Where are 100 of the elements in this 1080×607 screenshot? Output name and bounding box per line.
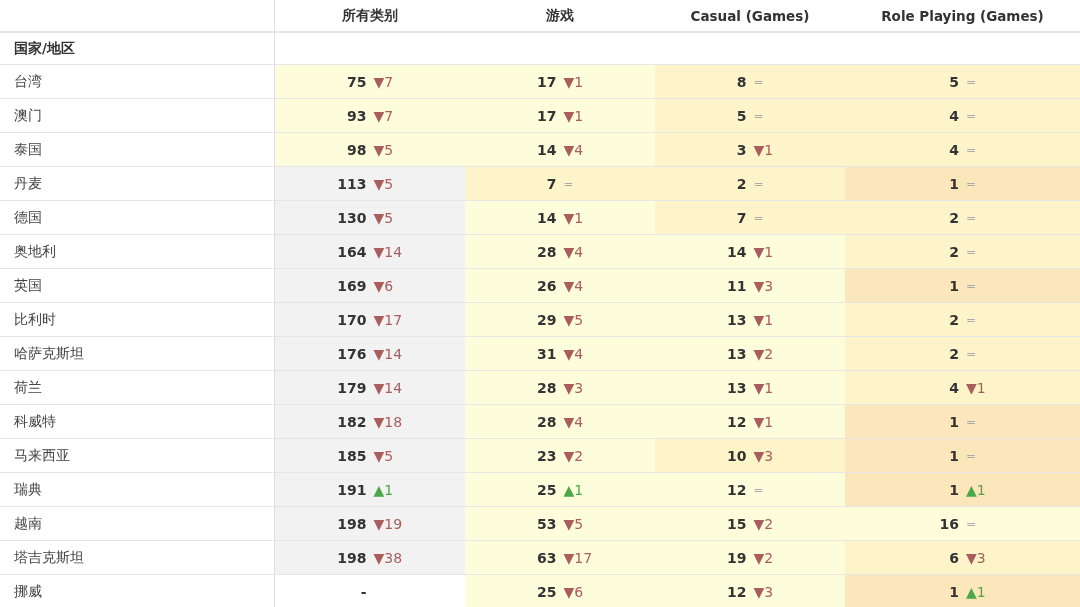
rank-change: ▼17	[563, 549, 593, 566]
rank-change: ▼1	[753, 141, 774, 158]
rank-change: =	[563, 176, 574, 191]
rank-change: ▲1	[966, 583, 986, 600]
rank-value: 4	[949, 379, 959, 396]
rank-value: 25	[537, 481, 557, 498]
rank-value: 15	[727, 515, 747, 532]
rank-change: =	[966, 210, 977, 225]
rank-value: 93	[347, 107, 367, 124]
country-cell: 澳门	[0, 99, 275, 133]
rank-value: 170	[337, 311, 367, 328]
rank-value: 12	[727, 413, 747, 430]
rank-change: ▼2	[753, 345, 774, 362]
rank-value: 179	[337, 379, 367, 396]
rank-value: 5	[736, 107, 747, 124]
rank-value: 53	[537, 515, 557, 532]
rank-value: 164	[337, 243, 367, 260]
rank-change: ▼2	[753, 549, 774, 566]
rank-value: 176	[337, 345, 367, 362]
rank-value: 2	[949, 209, 959, 226]
rank-value: 6	[949, 549, 959, 566]
rank-change: ▼2	[563, 447, 584, 464]
country-cell: 丹麦	[0, 167, 275, 201]
column-header: 所有类别	[275, 0, 465, 33]
rank-value: 1	[949, 175, 959, 192]
rank-change: ▼5	[373, 447, 394, 464]
rank-change: =	[966, 516, 977, 531]
rank-value: 63	[537, 549, 557, 566]
rank-change: =	[753, 108, 764, 123]
rank-value: 12	[727, 481, 747, 498]
country-cell: 台湾	[0, 65, 275, 99]
rank-change: ▼6	[373, 277, 394, 294]
row-header: 国家/地区	[0, 33, 275, 65]
rank-change: ▼17	[373, 311, 403, 328]
rank-value: 10	[727, 447, 747, 464]
rank-change: ▼4	[563, 277, 584, 294]
rank-change: ▼14	[373, 345, 403, 362]
rank-value: 14	[537, 141, 557, 158]
rank-change: ▼4	[563, 141, 584, 158]
rank-value: 113	[337, 175, 367, 192]
rank-value: 5	[949, 73, 959, 90]
rank-value: 1	[949, 583, 959, 600]
rank-value: 17	[537, 107, 557, 124]
country-cell: 塔吉克斯坦	[0, 541, 275, 575]
rank-change: ▼1	[753, 413, 774, 430]
rank-change: ▼18	[373, 413, 403, 430]
rank-change: ▼2	[753, 515, 774, 532]
rank-change: ▼1	[753, 311, 774, 328]
country-cell: 奥地利	[0, 235, 275, 269]
rank-change: =	[966, 414, 977, 429]
rank-change: =	[753, 74, 764, 89]
rank-change: =	[966, 108, 977, 123]
rank-change: =	[966, 142, 977, 157]
rank-value: 13	[727, 379, 747, 396]
rank-change: ▼14	[373, 379, 403, 396]
country-cell: 德国	[0, 201, 275, 235]
country-cell: 比利时	[0, 303, 275, 337]
rank-value: 7	[546, 175, 557, 192]
rank-value: 28	[537, 379, 557, 396]
rank-change: =	[966, 244, 977, 259]
rank-change: =	[753, 482, 764, 497]
rank-value: 17	[537, 73, 557, 90]
rank-value: -	[360, 583, 367, 600]
rank-value: 8	[736, 73, 747, 90]
rank-value: 1	[949, 277, 959, 294]
rank-change: =	[966, 448, 977, 463]
rank-change: ▼3	[753, 583, 774, 600]
rank-value: 4	[949, 107, 959, 124]
rank-value: 1	[949, 481, 959, 498]
rank-change: ▼7	[373, 73, 394, 90]
rank-value: 2	[949, 243, 959, 260]
rank-change: ▼7	[373, 107, 394, 124]
rank-value: 2	[949, 345, 959, 362]
rank-value: 3	[736, 141, 747, 158]
rank-value: 4	[949, 141, 959, 158]
column-header: Casual (Games)	[655, 0, 845, 33]
country-cell: 荷兰	[0, 371, 275, 405]
rank-change: ▼5	[373, 209, 394, 226]
rank-value: 23	[537, 447, 557, 464]
column-header: 游戏	[465, 0, 655, 33]
rank-change: ▼1	[563, 73, 584, 90]
rank-value: 182	[337, 413, 367, 430]
country-cell: 泰国	[0, 133, 275, 167]
country-cell: 科威特	[0, 405, 275, 439]
rank-change: ▼4	[563, 345, 584, 362]
rank-value: 2	[736, 175, 747, 192]
rank-value: 28	[537, 413, 557, 430]
rank-change: ▼4	[563, 413, 584, 430]
rank-change: ▼38	[373, 549, 403, 566]
rank-change: ▼3	[563, 379, 584, 396]
rank-value: 130	[337, 209, 367, 226]
rank-change: ▼5	[563, 311, 584, 328]
rank-value: 13	[727, 345, 747, 362]
rank-value: 14	[727, 243, 747, 260]
rank-change: ▼1	[966, 379, 986, 396]
rank-value: 98	[347, 141, 367, 158]
rank-value: 12	[727, 583, 747, 600]
rank-value: 191	[337, 481, 367, 498]
rank-change: ▼5	[563, 515, 584, 532]
rank-change: ▼5	[373, 141, 394, 158]
